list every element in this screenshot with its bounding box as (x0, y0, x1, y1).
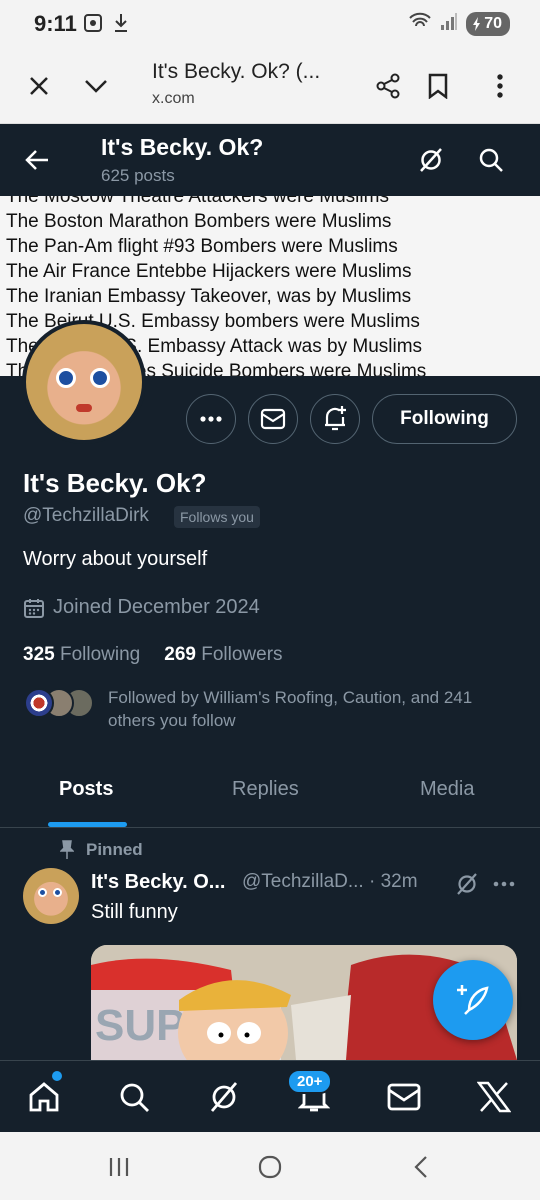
home-button-icon[interactable] (255, 1152, 285, 1182)
banner-line: The Moscow Theatre Attackers were Muslim… (6, 196, 389, 207)
header-posts-count: 625 posts (101, 166, 175, 185)
following-button[interactable]: Following (372, 394, 517, 444)
home-notification-dot (52, 1071, 62, 1081)
profile-header: It's Becky. Ok? 625 posts (0, 124, 540, 196)
joined-date: Joined December 2024 (23, 596, 260, 619)
profile-handle: @TechzillaDirk (23, 505, 149, 526)
avatar (24, 688, 54, 718)
banner-line: The Pan-Am flight #93 Bombers were Musli… (6, 236, 398, 257)
post-author-avatar[interactable] (23, 868, 79, 924)
more-options-button[interactable] (186, 394, 236, 444)
battery-icon: 70 (466, 11, 510, 36)
search-icon[interactable] (473, 142, 509, 178)
followers-link[interactable]: 269 Followers (164, 644, 282, 665)
avatar-eye (90, 368, 110, 388)
following-label: Following (59, 644, 141, 665)
x-logo-icon[interactable] (474, 1077, 514, 1117)
follow-stats: 325 Following 269 Followers (23, 644, 283, 666)
profile-avatar[interactable] (22, 320, 146, 444)
tab-replies[interactable]: Replies (232, 778, 299, 801)
profile-tabs: Posts Replies Media (0, 760, 540, 828)
bookmark-icon[interactable] (420, 68, 456, 104)
pin-icon (60, 840, 74, 859)
more-vertical-icon[interactable] (482, 68, 518, 104)
battery-level: 70 (484, 14, 502, 32)
back-arrow-icon[interactable] (19, 142, 55, 178)
system-nav-bar (0, 1132, 540, 1200)
followed-by-avatars[interactable] (24, 688, 94, 718)
grok-icon[interactable] (204, 1077, 244, 1117)
avatar-eye (56, 368, 76, 388)
feather-plus-icon (457, 985, 489, 1015)
home-icon[interactable] (24, 1077, 64, 1117)
recents-icon[interactable] (104, 1152, 134, 1182)
banner-line: The Iranian Embassy Takeover, was by Mus… (6, 286, 412, 307)
share-icon[interactable] (370, 68, 406, 104)
envelope-icon (260, 408, 286, 430)
tab-posts[interactable]: Posts (59, 778, 113, 801)
grok-icon[interactable] (413, 142, 449, 178)
following-count: 325 (23, 644, 55, 665)
followers-label: Followers (201, 644, 283, 665)
status-bar: 9:11 70 (0, 0, 540, 48)
joined-text: Joined December 2024 (53, 596, 260, 618)
bottom-nav: 20+ (0, 1060, 540, 1132)
browser-page-title: It's Becky. Ok? (... (152, 60, 321, 83)
chevron-down-icon[interactable] (78, 68, 114, 104)
download-icon (112, 12, 130, 39)
avatar-mouth (76, 404, 92, 412)
browser-toolbar: It's Becky. Ok? (... x.com (0, 48, 540, 124)
banner-line: The Boston Marathon Bombers were Muslims (6, 211, 392, 232)
signal-icon (440, 11, 458, 36)
more-horizontal-icon (200, 416, 222, 422)
tab-media[interactable]: Media (420, 778, 474, 801)
followers-count: 269 (164, 644, 196, 665)
pinned-label: Pinned (86, 840, 143, 859)
header-name: It's Becky. Ok? (101, 134, 264, 160)
svg-text:SUP: SUP (95, 1001, 185, 1050)
search-icon[interactable] (114, 1077, 154, 1117)
avatar-eye (53, 888, 62, 897)
notifications-badge: 20+ (287, 1069, 333, 1094)
pinned-indicator: Pinned (60, 840, 143, 860)
close-icon[interactable] (21, 68, 57, 104)
envelope-icon[interactable] (384, 1077, 424, 1117)
profile-name: It's Becky. Ok? (23, 468, 207, 498)
follows-you-badge: Follows you (174, 506, 260, 528)
active-tab-indicator (48, 822, 127, 827)
post-more-icon[interactable] (490, 870, 518, 898)
followed-by-text[interactable]: Followed by William's Roofing, Caution, … (108, 686, 518, 732)
screenshot-icon (82, 12, 104, 39)
avatar-eye (38, 888, 47, 897)
post-handle-time: @TechzillaD... · 32m (242, 871, 418, 892)
bell-plus-icon (325, 406, 346, 431)
following-link[interactable]: 325 Following (23, 644, 140, 665)
banner-line: The Air France Entebbe Hijackers were Mu… (6, 261, 412, 282)
calendar-icon (24, 598, 44, 618)
back-icon[interactable] (406, 1152, 436, 1182)
message-button[interactable] (248, 394, 298, 444)
post-author-name[interactable]: It's Becky. O... (91, 871, 225, 894)
compose-post-button[interactable] (433, 960, 513, 1040)
wifi-icon (408, 11, 432, 36)
status-time: 9:11 (34, 11, 77, 36)
notify-button[interactable] (310, 394, 360, 444)
browser-domain: x.com (152, 90, 195, 107)
profile-bio: Worry about yourself (23, 548, 208, 570)
post-text: Still funny (91, 901, 178, 923)
grok-icon[interactable] (453, 870, 481, 898)
